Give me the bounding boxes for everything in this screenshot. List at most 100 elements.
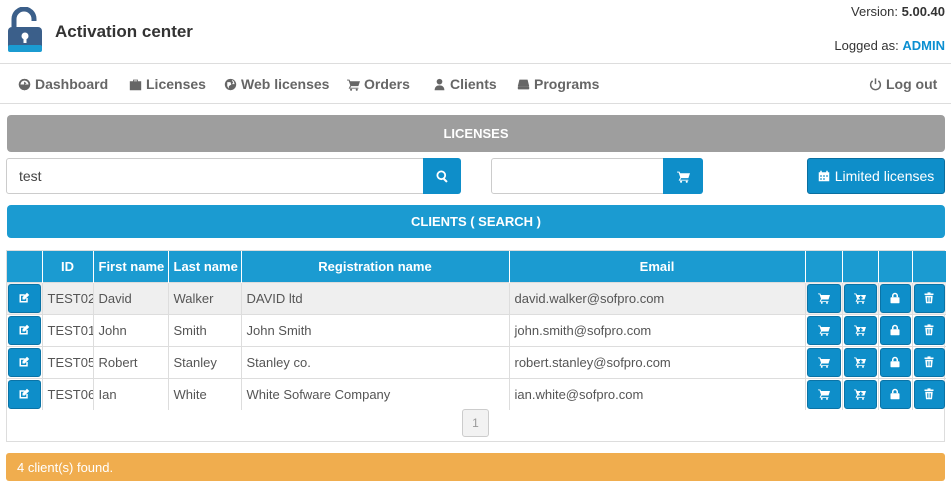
search-button[interactable] — [423, 158, 461, 194]
view-orders-button[interactable] — [806, 379, 841, 409]
new-order-button[interactable] — [843, 379, 877, 409]
lock-icon — [890, 356, 900, 368]
edit-client-button[interactable] — [8, 347, 41, 377]
cart-plus-icon — [854, 389, 866, 400]
client-registration-name: Stanley co. — [241, 346, 510, 378]
orders-cell — [805, 314, 843, 346]
licenses-cell — [878, 346, 913, 378]
licenses-banner: LICENSES — [7, 115, 945, 152]
table-row[interactable]: TEST05 Robert Stanley Stanley co. robert.sta… — [7, 346, 946, 378]
trash-icon — [924, 292, 934, 304]
hdd-icon — [517, 79, 530, 89]
power-icon — [869, 77, 882, 90]
nav-orders[interactable]: Orders — [347, 76, 410, 92]
trash-icon — [924, 356, 934, 368]
nav-web-licenses[interactable]: Web licenses — [224, 76, 329, 92]
version-value: 5.00.40 — [901, 4, 945, 19]
client-licenses-button[interactable] — [879, 347, 911, 377]
client-email: robert.stanley@sofpro.com — [509, 346, 806, 378]
table-row[interactable]: TEST02 David Walker DAVID ltd david.walker@s… — [7, 282, 946, 314]
lock-icon — [890, 324, 900, 336]
edit-client-button[interactable] — [8, 315, 41, 345]
unlock-logo-icon — [8, 7, 42, 52]
edit-client-button[interactable] — [8, 283, 41, 313]
client-first-name: David — [93, 282, 169, 314]
client-id: TEST02 — [42, 282, 94, 314]
edit-client-button[interactable] — [8, 379, 41, 409]
col-last-name[interactable]: Last name — [168, 251, 242, 282]
client-first-name: Robert — [93, 346, 169, 378]
search-input[interactable] — [6, 158, 424, 194]
globe-icon — [224, 78, 237, 90]
main-nav: Dashboard Licenses Web licenses Orders C… — [0, 64, 951, 104]
orders-cell — [805, 346, 843, 378]
delete-client-button[interactable] — [913, 347, 945, 377]
table-row[interactable]: TEST01 John Smith John Smith john.smith@sofp… — [7, 314, 946, 346]
licenses-cell — [878, 378, 913, 410]
app-title: Activation center — [55, 22, 193, 41]
cart-icon — [817, 357, 830, 368]
orders-cell — [805, 378, 843, 410]
edit-cell — [7, 346, 43, 378]
client-last-name: Stanley — [168, 346, 242, 378]
nav-programs[interactable]: Programs — [517, 76, 599, 92]
client-email: david.walker@sofpro.com — [509, 282, 806, 314]
logout-button[interactable]: Log out — [869, 76, 937, 92]
col-edit — [7, 251, 43, 282]
view-orders-button[interactable] — [806, 315, 841, 345]
delete-cell — [912, 314, 946, 346]
table-row[interactable]: TEST06 Ian White White Sofware Company ian.w… — [7, 378, 946, 410]
edit-icon — [19, 324, 30, 335]
cart-icon — [817, 389, 830, 400]
col-email[interactable]: Email — [509, 251, 806, 282]
new-order-cell — [842, 314, 879, 346]
client-first-name: Ian — [93, 378, 169, 410]
client-id: TEST05 — [42, 346, 94, 378]
nav-dashboard[interactable]: Dashboard — [18, 76, 108, 92]
orders-cell — [805, 282, 843, 314]
delete-client-button[interactable] — [913, 315, 945, 345]
col-id[interactable]: ID — [42, 251, 94, 282]
delete-cell — [912, 346, 946, 378]
nav-licenses[interactable]: Licenses — [129, 76, 206, 92]
page-button-1[interactable]: 1 — [462, 409, 489, 437]
new-order-button[interactable] — [843, 315, 877, 345]
new-order-cell — [842, 346, 879, 378]
cart-plus-icon — [854, 325, 866, 336]
edit-icon — [19, 356, 30, 367]
calendar-icon — [818, 170, 829, 182]
client-email: ian.white@sofpro.com — [509, 378, 806, 410]
delete-client-button[interactable] — [913, 379, 945, 409]
nav-clients[interactable]: Clients — [433, 76, 497, 92]
client-licenses-button[interactable] — [879, 283, 911, 313]
view-orders-button[interactable] — [806, 283, 841, 313]
trash-icon — [924, 388, 934, 400]
view-orders-button[interactable] — [806, 347, 841, 377]
version-info: Version: 5.00.40 — [851, 4, 945, 19]
client-last-name: Smith — [168, 314, 242, 346]
limited-licenses-button[interactable]: Limited licenses — [807, 158, 945, 194]
col-action-3 — [878, 251, 913, 282]
delete-client-button[interactable] — [913, 283, 945, 313]
order-search-button[interactable] — [663, 158, 703, 194]
logged-user[interactable]: ADMIN — [902, 38, 945, 53]
licenses-cell — [878, 282, 913, 314]
client-licenses-button[interactable] — [879, 315, 911, 345]
edit-cell — [7, 282, 43, 314]
order-search-input[interactable] — [491, 158, 664, 194]
new-order-button[interactable] — [843, 283, 877, 313]
edit-icon — [19, 292, 30, 303]
cart-icon — [817, 293, 830, 304]
col-first-name[interactable]: First name — [93, 251, 169, 282]
client-licenses-button[interactable] — [879, 379, 911, 409]
new-order-button[interactable] — [843, 347, 877, 377]
new-order-cell — [842, 378, 879, 410]
lock-icon — [890, 292, 900, 304]
cart-plus-icon — [854, 293, 866, 304]
cart-icon — [676, 171, 690, 183]
col-registration-name[interactable]: Registration name — [241, 251, 510, 282]
clients-banner: CLIENTS ( SEARCH ) — [7, 205, 945, 238]
logged-label: Logged as: — [834, 38, 899, 53]
dashboard-icon — [18, 78, 31, 90]
edit-icon — [19, 388, 30, 399]
